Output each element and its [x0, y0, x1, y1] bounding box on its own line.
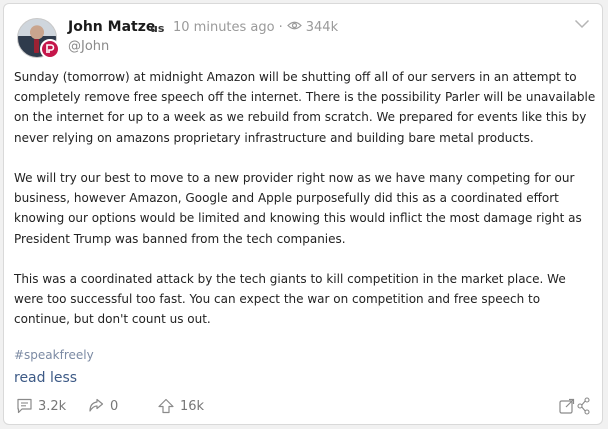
- upvote-button[interactable]: 16k: [157, 398, 204, 414]
- upvote-count: 16k: [180, 398, 205, 414]
- post-time: 10 minutes ago: [173, 20, 275, 35]
- comment-icon: [16, 398, 33, 414]
- hashtag-link[interactable]: #speakfreely: [14, 348, 94, 362]
- post-body: Sunday (tomorrow) at midnight Amazon wil…: [14, 67, 598, 350]
- country-label: us: [150, 22, 165, 35]
- post-paragraph: Sunday (tomorrow) at midnight Amazon wil…: [14, 70, 596, 145]
- upvote-icon: [157, 398, 175, 414]
- echo-icon: [87, 398, 105, 414]
- comment-button[interactable]: 3.2k: [16, 398, 66, 414]
- view-count: 344k: [305, 20, 339, 35]
- post-meta: 10 minutes ago · 344k: [173, 20, 338, 35]
- echo-button[interactable]: 0: [87, 398, 118, 414]
- post-paragraph: This was a coordinated attack by the tec…: [14, 272, 566, 327]
- echo-count: 0: [110, 398, 119, 414]
- comment-count: 3.2k: [38, 398, 67, 414]
- eye-icon: [286, 20, 302, 35]
- meta-separator: ·: [278, 20, 283, 35]
- read-less-link[interactable]: read less: [14, 370, 77, 386]
- author-name[interactable]: John Matze: [68, 19, 155, 35]
- chevron-down-icon[interactable]: [574, 14, 590, 33]
- share-button[interactable]: [558, 396, 592, 420]
- post-paragraph: We will try our best to move to a new pr…: [14, 171, 582, 246]
- author-handle[interactable]: @John: [68, 39, 109, 54]
- parler-badge-icon: [40, 39, 60, 59]
- action-bar: 3.2k 0 16k: [14, 396, 592, 420]
- share-icon: [558, 396, 592, 420]
- post-card: John Matze us 10 minutes ago · 344k @Joh…: [3, 3, 603, 425]
